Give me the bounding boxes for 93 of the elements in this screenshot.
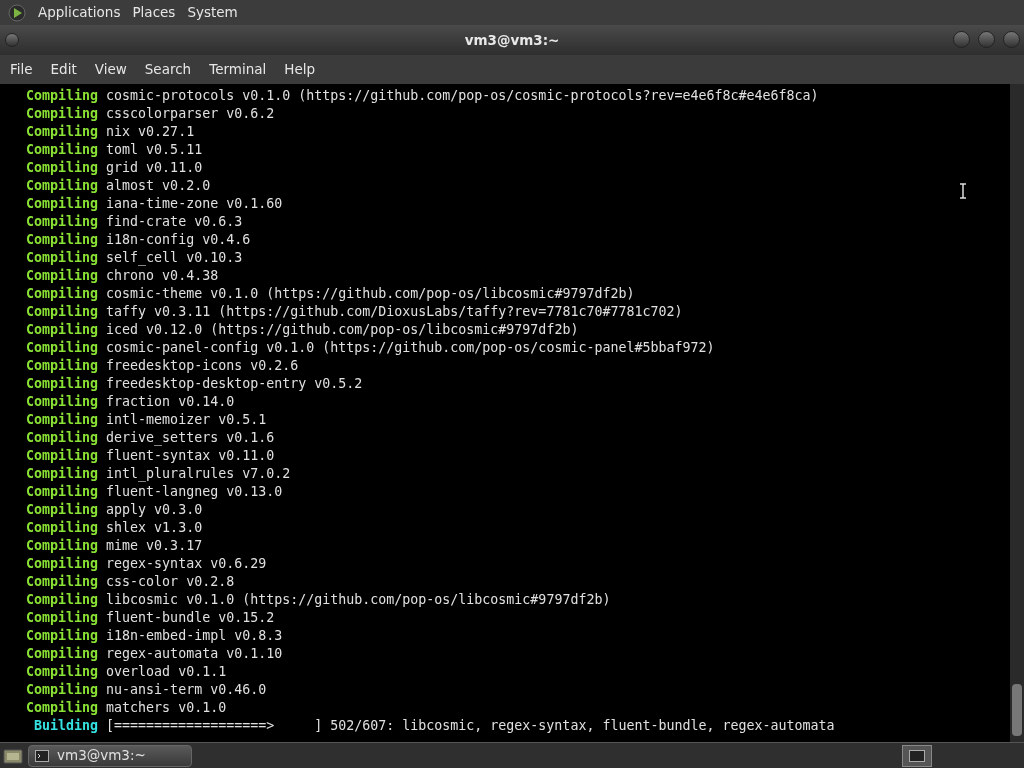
log-text: chrono v0.4.38 bbox=[106, 268, 219, 283]
scrollbar[interactable] bbox=[1010, 84, 1024, 742]
play-logo-icon[interactable] bbox=[8, 3, 26, 22]
log-text: cosmic-protocols v0.1.0 (https://github.com/pop-os/cosmic-protocols?rev=e4e6f8c#e4e6f8ca) bbox=[106, 88, 819, 103]
menu-item[interactable]: View bbox=[86, 59, 135, 80]
status-word: Compiling bbox=[26, 700, 99, 715]
status-word: Compiling bbox=[26, 448, 99, 463]
status-word: Compiling bbox=[26, 268, 99, 283]
status-word: Compiling bbox=[26, 502, 99, 517]
status-word: Compiling bbox=[26, 574, 99, 589]
log-text: freedesktop-icons v0.2.6 bbox=[106, 358, 299, 373]
status-word: Compiling bbox=[26, 646, 99, 661]
log-text: matchers v0.1.0 bbox=[106, 700, 227, 715]
status-word: Compiling bbox=[26, 196, 99, 211]
maximize-button[interactable] bbox=[978, 31, 995, 48]
log-text: iana-time-zone v0.1.60 bbox=[106, 196, 283, 211]
log-text: find-crate v0.6.3 bbox=[106, 214, 243, 229]
panel-menu[interactable]: System bbox=[187, 2, 238, 23]
status-word: Compiling bbox=[26, 124, 99, 139]
status-word: Compiling bbox=[26, 358, 99, 373]
scrollbar-thumb[interactable] bbox=[1012, 684, 1022, 736]
log-text: intl_pluralrules v7.0.2 bbox=[106, 466, 291, 481]
log-text: fluent-syntax v0.11.0 bbox=[106, 448, 275, 463]
log-text: fluent-langneg v0.13.0 bbox=[106, 484, 283, 499]
log-text: regex-automata v0.1.10 bbox=[106, 646, 283, 661]
log-text: libcosmic v0.1.0 (https://github.com/pop-os/libcosmic#9797df2b) bbox=[106, 592, 611, 607]
log-text: regex-syntax v0.6.29 bbox=[106, 556, 267, 571]
status-word: Compiling bbox=[26, 520, 99, 535]
status-word: Compiling bbox=[26, 412, 99, 427]
status-word: Compiling bbox=[26, 394, 99, 409]
status-word: Compiling bbox=[26, 538, 99, 553]
menu-item[interactable]: Terminal bbox=[201, 59, 275, 80]
log-text: overload v0.1.1 bbox=[106, 664, 227, 679]
log-text: self_cell v0.10.3 bbox=[106, 250, 243, 265]
log-text: cosmic-theme v0.1.0 (https://github.com/pop-os/libcosmic#9797df2b) bbox=[106, 286, 635, 301]
log-text: [===================> ] 502/607: libcosmic, regex-syntax, fluent-bundle, regex-automata bbox=[106, 718, 835, 733]
minimize-button[interactable] bbox=[953, 31, 970, 48]
workspace-switcher[interactable] bbox=[902, 744, 932, 767]
log-text: css-color v0.2.8 bbox=[106, 574, 235, 589]
status-word: Compiling bbox=[26, 430, 99, 445]
status-word: Compiling bbox=[26, 376, 99, 391]
text-cursor-icon bbox=[959, 183, 967, 199]
menu-item[interactable]: Edit bbox=[42, 59, 85, 80]
status-word: Compiling bbox=[26, 304, 99, 319]
log-text: nu-ansi-term v0.46.0 bbox=[106, 682, 267, 697]
status-word: Compiling bbox=[26, 556, 99, 571]
status-word: Compiling bbox=[26, 250, 99, 265]
log-text: fraction v0.14.0 bbox=[106, 394, 235, 409]
status-word: Compiling bbox=[26, 592, 99, 607]
log-text: fluent-bundle v0.15.2 bbox=[106, 610, 275, 625]
window-title: vm3@vm3:~ bbox=[464, 30, 560, 50]
status-word: Compiling bbox=[26, 664, 99, 679]
status-word: Compiling bbox=[26, 88, 99, 103]
log-text: freedesktop-desktop-entry v0.5.2 bbox=[106, 376, 363, 391]
status-word: Compiling bbox=[26, 322, 99, 337]
log-text: cosmic-panel-config v0.1.0 (https://github.com/pop-os/cosmic-panel#5bbaf972) bbox=[106, 340, 715, 355]
log-text: iced v0.12.0 (https://github.com/pop-os/libcosmic#9797df2b) bbox=[106, 322, 579, 337]
status-word: Compiling bbox=[26, 232, 99, 247]
close-button[interactable] bbox=[1003, 31, 1020, 48]
log-text: grid v0.11.0 bbox=[106, 160, 203, 175]
terminal-icon bbox=[35, 749, 49, 762]
status-word: Compiling bbox=[26, 286, 99, 301]
taskbar-button[interactable]: vm3@vm3:~ bbox=[28, 744, 192, 767]
status-word: Compiling bbox=[26, 682, 99, 697]
status-word: Compiling bbox=[26, 214, 99, 229]
log-text: toml v0.5.11 bbox=[106, 142, 203, 157]
log-text: csscolorparser v0.6.2 bbox=[106, 106, 275, 121]
menu-item[interactable]: File bbox=[2, 59, 41, 80]
status-word: Compiling bbox=[26, 160, 99, 175]
log-text: shlex v1.3.0 bbox=[106, 520, 203, 535]
window-menu-icon[interactable] bbox=[5, 33, 19, 47]
log-text: almost v0.2.0 bbox=[106, 178, 211, 193]
status-word: Compiling bbox=[26, 628, 99, 643]
log-text: apply v0.3.0 bbox=[106, 502, 203, 517]
status-word: Compiling bbox=[26, 484, 99, 499]
status-word: Compiling bbox=[26, 106, 99, 121]
log-text: i18n-config v0.4.6 bbox=[106, 232, 251, 247]
status-word: Compiling bbox=[26, 340, 99, 355]
panel-menu[interactable]: Applications bbox=[38, 2, 121, 23]
menu-item[interactable]: Search bbox=[136, 59, 200, 80]
status-word: Compiling bbox=[26, 178, 99, 193]
panel-menu[interactable]: Places bbox=[132, 2, 176, 23]
log-text: mime v0.3.17 bbox=[106, 538, 203, 553]
log-text: i18n-embed-impl v0.8.3 bbox=[106, 628, 283, 643]
menu-item[interactable]: Help bbox=[276, 59, 324, 80]
status-word: Compiling bbox=[26, 466, 99, 481]
status-word: Compiling bbox=[26, 142, 99, 157]
log-text: nix v0.27.1 bbox=[106, 124, 195, 139]
status-word: Building bbox=[34, 718, 99, 733]
log-text: intl-memoizer v0.5.1 bbox=[106, 412, 267, 427]
status-word: Compiling bbox=[26, 610, 99, 625]
log-text: derive_setters v0.1.6 bbox=[106, 430, 275, 445]
log-text: taffy v0.3.11 (https://github.com/DioxusLabs/taffy?rev=7781c70#7781c702) bbox=[106, 304, 683, 319]
